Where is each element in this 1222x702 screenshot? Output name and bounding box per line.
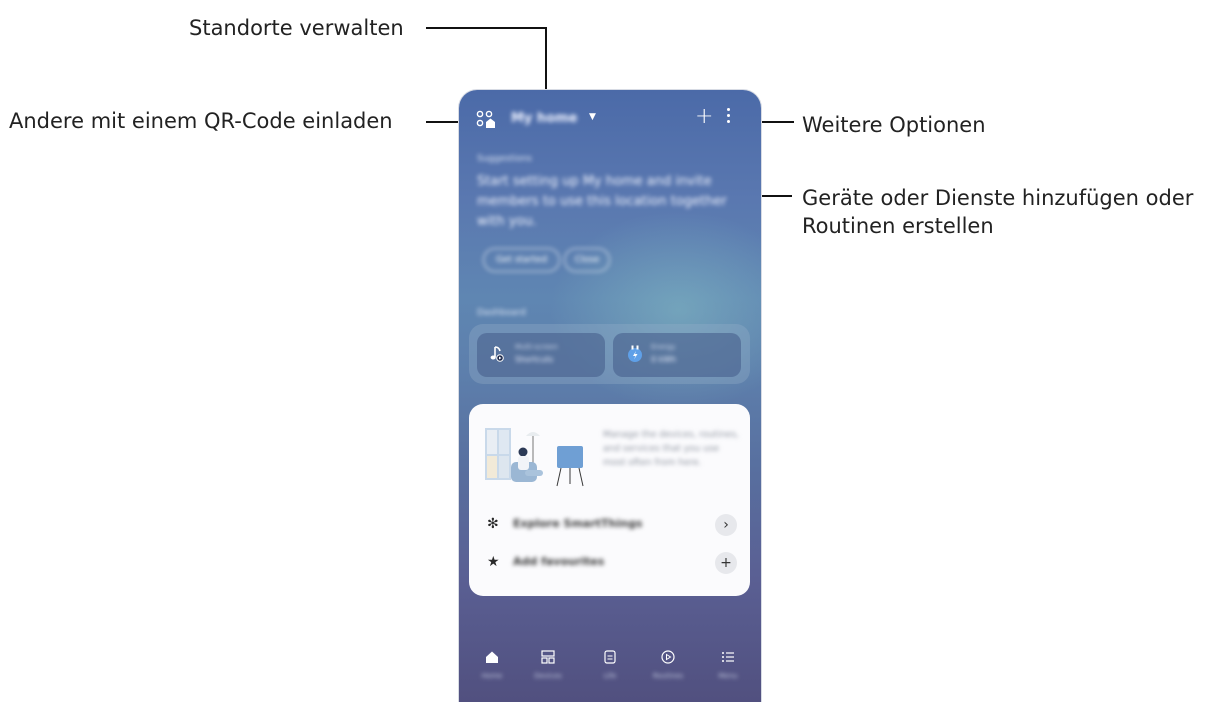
nav-devices-label: Devices bbox=[534, 672, 562, 680]
nav-life[interactable]: Life bbox=[585, 650, 635, 680]
callout-manage-locations: Standorte verwalten bbox=[189, 16, 404, 40]
add-icon[interactable]: + bbox=[695, 104, 713, 129]
nav-menu[interactable]: Menu bbox=[703, 650, 753, 680]
qr-invite-icon[interactable] bbox=[476, 110, 496, 134]
callout-add-devices-line1: Geräte oder Dienste hinzufügen oder bbox=[802, 186, 1194, 210]
star-icon: ★ bbox=[487, 554, 500, 570]
tile-multiscreen-line1: Multi-screen bbox=[515, 343, 558, 351]
nav-life-label: Life bbox=[603, 672, 617, 680]
nav-devices[interactable]: Devices bbox=[523, 650, 573, 680]
get-started-button[interactable]: Get started bbox=[483, 248, 560, 272]
dashboard-panel: Multi-screen Shortcuts Energy 0 kWh bbox=[469, 324, 750, 384]
energy-plug-icon bbox=[625, 344, 645, 368]
chevron-right-icon[interactable]: › bbox=[715, 514, 737, 536]
nav-home[interactable]: Home bbox=[467, 650, 517, 680]
tile-energy-line2: 0 kWh bbox=[651, 355, 677, 364]
music-note-icon bbox=[489, 344, 509, 368]
nav-routines[interactable]: Routines bbox=[643, 650, 693, 680]
leader-manage-h bbox=[426, 27, 547, 29]
nav-routines-label: Routines bbox=[652, 672, 684, 680]
devices-icon bbox=[523, 650, 573, 670]
add-favourite-icon[interactable]: + bbox=[715, 552, 737, 574]
living-room-illustration bbox=[483, 422, 597, 496]
life-icon bbox=[585, 650, 635, 670]
tile-energy-line1: Energy bbox=[651, 343, 676, 351]
suggestions-text: Start setting up My home and invite memb… bbox=[477, 174, 727, 229]
explore-smartthings-label: Explore SmartThings bbox=[513, 517, 643, 530]
bottom-navigation: Home Devices Life Routines Menu bbox=[459, 650, 761, 702]
callout-more-options: Weitere Optionen bbox=[802, 113, 986, 137]
explore-smartthings-row[interactable]: ✻ Explore SmartThings › bbox=[487, 514, 737, 536]
home-icon bbox=[467, 650, 517, 670]
card-description: Manage the devices, routines, and servic… bbox=[603, 430, 739, 468]
routines-icon bbox=[643, 650, 693, 670]
favourites-card: Manage the devices, routines, and servic… bbox=[469, 404, 750, 596]
menu-icon bbox=[703, 650, 753, 670]
dashboard-tile-energy[interactable]: Energy 0 kWh bbox=[613, 333, 741, 377]
smartthings-icon: ✻ bbox=[487, 516, 499, 532]
add-favourites-label: Add favourites bbox=[513, 555, 605, 568]
phone-screen: My home ▼ + Suggestions Start setting up… bbox=[459, 90, 761, 702]
callout-invite-qr: Andere mit einem QR-Code einladen bbox=[9, 109, 393, 133]
nav-menu-label: Menu bbox=[718, 672, 738, 680]
dashboard-label: Dashboard bbox=[477, 308, 526, 318]
add-favourites-row[interactable]: ★ Add favourites + bbox=[487, 552, 737, 574]
tile-multiscreen-line2: Shortcuts bbox=[515, 355, 554, 364]
suggestions-label: Suggestions bbox=[477, 154, 532, 164]
dashboard-tile-multiscreen[interactable]: Multi-screen Shortcuts bbox=[477, 333, 605, 377]
nav-home-label: Home bbox=[481, 672, 503, 680]
close-suggestion-button[interactable]: Close bbox=[564, 248, 610, 272]
more-options-icon[interactable] bbox=[727, 108, 733, 126]
callout-add-devices-line2: Routinen erstellen bbox=[802, 214, 994, 238]
chevron-down-icon[interactable]: ▼ bbox=[589, 112, 596, 122]
location-title[interactable]: My home bbox=[511, 111, 578, 126]
